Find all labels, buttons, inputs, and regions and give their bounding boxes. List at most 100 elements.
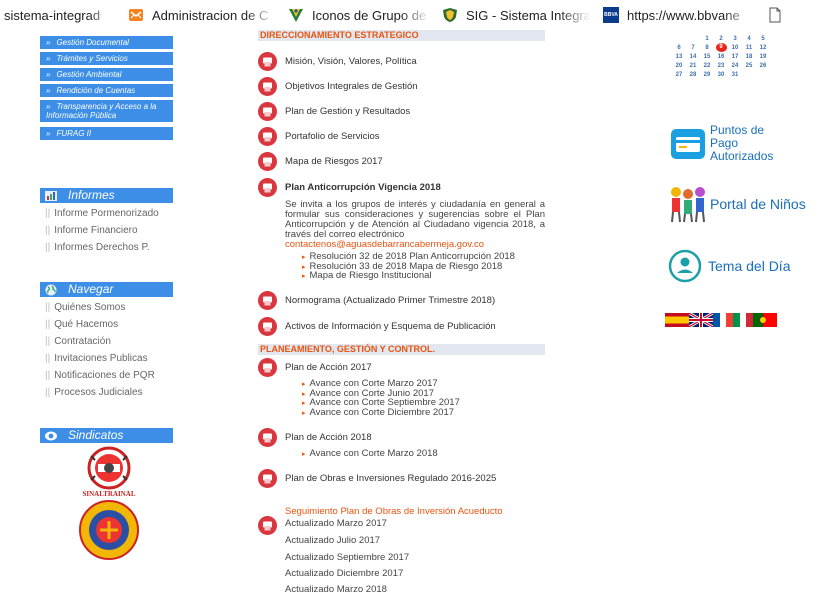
- calendar-day[interactable]: 8: [700, 45, 714, 51]
- calendar-day[interactable]: 17: [728, 54, 742, 60]
- calendar-day[interactable]: 7: [686, 45, 700, 51]
- calendar-day[interactable]: 23: [714, 63, 728, 69]
- calendar-day[interactable]: 25: [742, 63, 756, 69]
- calendar-day[interactable]: 20: [672, 63, 686, 69]
- bookmark-iconos[interactable]: Iconos de Grupo de: [282, 0, 436, 30]
- calendar-day[interactable]: 11: [742, 45, 756, 51]
- item-label: Plan de Acción 2017: [285, 362, 372, 373]
- spanish-flag-icon[interactable]: [665, 313, 689, 327]
- item-plan-gestion[interactable]: Plan de Gestión y Resultados: [258, 102, 410, 121]
- calendar-day[interactable]: 18: [742, 54, 756, 60]
- puntos-de-pago-link[interactable]: Puntos de Pago Autorizados: [670, 124, 790, 163]
- email-link[interactable]: contactenos@aguasdebarrancabermeja.gov.c…: [285, 240, 545, 250]
- actualizado-diciembre-2017[interactable]: Actualizado Diciembre 2017: [285, 568, 403, 579]
- italian-flag-icon[interactable]: [733, 313, 753, 327]
- bookmark-sig[interactable]: SIG - Sistema Integra: [436, 0, 597, 30]
- calendar-day[interactable]: 27: [672, 72, 686, 78]
- calendar-day[interactable]: 13: [672, 54, 686, 60]
- sublink-avance-diciembre-2017[interactable]: ▸ Avance con Corte Diciembre 2017: [302, 407, 460, 419]
- menu-transparencia[interactable]: » Transparencia y Acceso a la Información…: [40, 100, 173, 122]
- menu-label: Transparencia y Acceso a la Información …: [46, 102, 157, 120]
- french-flag-icon[interactable]: [713, 313, 733, 327]
- calendar-day[interactable]: 4: [742, 36, 756, 42]
- informes-header: Informes: [40, 188, 173, 203]
- menu-gestion-ambiental[interactable]: » Gestión Ambiental: [40, 68, 173, 81]
- item-portafolio[interactable]: Portafolio de Servicios: [258, 127, 380, 146]
- link-procesos-judiciales[interactable]: || Procesos Judiciales: [45, 387, 143, 398]
- link-quienes-somos[interactable]: || Quiénes Somos: [45, 302, 125, 313]
- actualizado-julio-2017[interactable]: Actualizado Julio 2017: [285, 535, 380, 546]
- actualizado-septiembre-2017[interactable]: Actualizado Septiembre 2017: [285, 552, 409, 563]
- calendar-day[interactable]: 31: [728, 72, 742, 78]
- actualizado-marzo-2018[interactable]: Actualizado Marzo 2018: [285, 584, 387, 592]
- menu-furag[interactable]: » FURAG II: [40, 127, 173, 140]
- link-notificaciones[interactable]: || Notificaciones de PQR: [45, 370, 155, 381]
- calendar-day[interactable]: 29: [700, 72, 714, 78]
- sublink-avance-marzo-2018[interactable]: ▸ Avance con Corte Marzo 2018: [302, 448, 438, 460]
- calendar-day[interactable]: 2: [714, 36, 728, 42]
- pdf-icon: [258, 428, 277, 447]
- sindicato-logo-2[interactable]: [78, 500, 140, 560]
- item-plan-obras[interactable]: Plan de Obras e Inversiones Regulado 201…: [258, 469, 496, 488]
- item-activos[interactable]: Activos de Información y Esquema de Publ…: [258, 317, 496, 336]
- tema-del-dia-label: Tema del Día: [708, 258, 791, 274]
- calendar-day[interactable]: 15: [700, 54, 714, 60]
- bookmark-administracion[interactable]: Administracion de C: [122, 0, 282, 30]
- calendar-day[interactable]: 28: [686, 72, 700, 78]
- portuguese-flag-icon[interactable]: [753, 313, 777, 327]
- orange-mail-icon: [128, 7, 144, 23]
- pdf-icon: [258, 102, 277, 121]
- calendar-day[interactable]: 9: [715, 43, 727, 52]
- item-normograma[interactable]: Normograma (Actualizado Primer Trimestre…: [258, 291, 495, 310]
- link-informe-pormenorizado[interactable]: || Informe Pormenorizado: [45, 208, 159, 219]
- uk-flag-icon[interactable]: [689, 313, 713, 327]
- item-plan-accion-2018[interactable]: Plan de Acción 2018: [258, 428, 372, 447]
- item-plan-anticorrupcion[interactable]: Plan Anticorrupción Vigencia 2018: [258, 178, 441, 197]
- item-mapa-riesgos[interactable]: Mapa de Riesgos 2017: [258, 152, 383, 171]
- calendar-day[interactable]: 1: [700, 36, 714, 42]
- link-que-hacemos[interactable]: || Qué Hacemos: [45, 319, 118, 330]
- chevron-right-icon: »: [46, 102, 51, 111]
- calendar-day[interactable]: 26: [756, 63, 770, 69]
- sinaltrainal-logo[interactable]: SINALTRAINAL: [78, 446, 140, 498]
- pdf-icon: [258, 152, 277, 171]
- sublink-mapa-institucional[interactable]: ▸ Mapa de Riesgo Institucional: [302, 271, 515, 282]
- bookmark-bbva[interactable]: BBVA https://www.bbvane: [597, 0, 761, 30]
- actualizado-marzo-2017[interactable]: Actualizado Marzo 2017: [285, 518, 387, 529]
- calendar-day[interactable]: 22: [700, 63, 714, 69]
- portal-ninos-label: Portal de Niños: [710, 196, 806, 212]
- portal-ninos-link[interactable]: Portal de Niños: [666, 184, 806, 224]
- person-circle-icon: [668, 249, 702, 283]
- tema-del-dia-link[interactable]: Tema del Día: [668, 249, 790, 283]
- bookmark-label: sistema-integrad: [4, 7, 101, 23]
- menu-rendicion[interactable]: » Rendición de Cuentas: [40, 84, 173, 97]
- calendar-day[interactable]: 12: [756, 45, 770, 51]
- calendar-day[interactable]: 14: [686, 54, 700, 60]
- link-informe-financiero[interactable]: || Informe Financiero: [45, 225, 138, 236]
- calendar-day[interactable]: 16: [714, 54, 728, 60]
- menu-gestion-documental[interactable]: » Gestión Documental: [40, 36, 173, 49]
- link-invitaciones[interactable]: || Invitaciones Publicas: [45, 353, 148, 364]
- link-contratacion[interactable]: || Contratación: [45, 336, 111, 347]
- informes-title: Informes: [68, 188, 115, 202]
- bookmark-document[interactable]: [761, 0, 797, 30]
- item-plan-accion-2017[interactable]: Plan de Acción 2017: [258, 358, 372, 377]
- paragraph-text: Se invita a los grupos de interés y ciud…: [285, 199, 545, 240]
- calendar-day[interactable]: 30: [714, 72, 728, 78]
- pdf-icon: [258, 516, 277, 535]
- item-objetivos[interactable]: Objetivos Integrales de Gestión: [258, 77, 418, 96]
- calendar-day[interactable]: 6: [672, 45, 686, 51]
- menu-tramites[interactable]: » Trámites y Servicios: [40, 52, 173, 65]
- calendar-day[interactable]: 3: [728, 36, 742, 42]
- triangle-right-icon: ▸: [302, 263, 306, 271]
- bbva-icon: BBVA: [603, 7, 619, 23]
- item-mision[interactable]: Misión, Visión, Valores, Política: [258, 52, 417, 71]
- link-informes-derechos[interactable]: || Informes Derechos P.: [45, 242, 150, 253]
- calendar-day[interactable]: 5: [756, 36, 770, 42]
- bookmark-sistema-integrado[interactable]: sistema-integrad: [0, 0, 122, 30]
- sublink-label: Avance con Corte Marzo 2018: [309, 448, 438, 459]
- calendar-day[interactable]: 10: [728, 45, 742, 51]
- calendar-day[interactable]: 24: [728, 63, 742, 69]
- calendar-day[interactable]: 21: [686, 63, 700, 69]
- calendar-day[interactable]: 19: [756, 54, 770, 60]
